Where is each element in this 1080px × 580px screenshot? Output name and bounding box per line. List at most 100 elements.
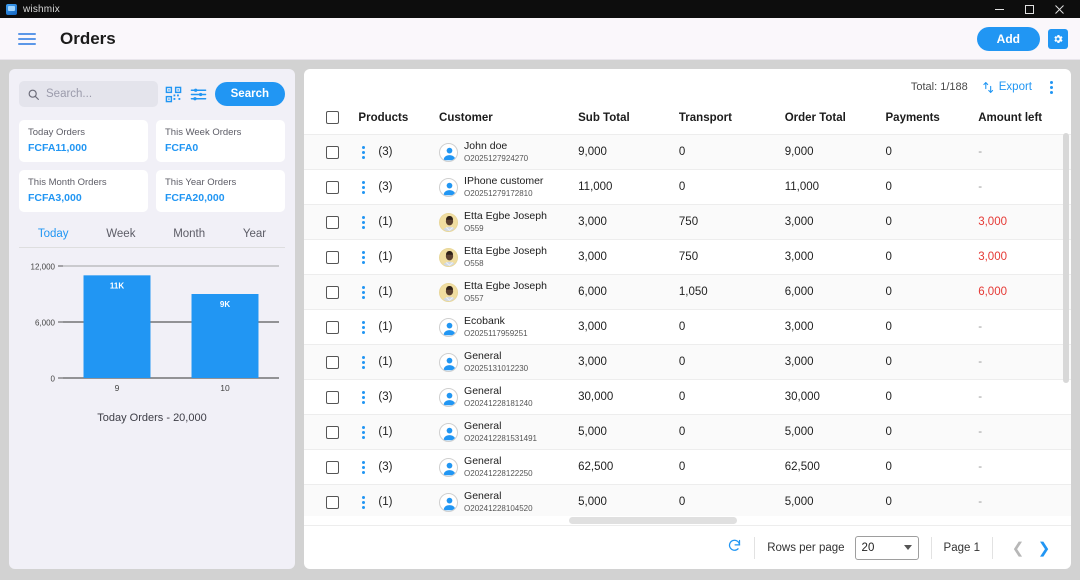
row-checkbox[interactable] [326, 145, 339, 159]
add-button[interactable]: Add [976, 26, 1040, 51]
table-row[interactable]: (3) John doe O2025127924270 9,000 0 9,000 0- [304, 134, 1071, 170]
table-more-menu-icon[interactable] [1046, 78, 1057, 97]
search-box[interactable] [19, 81, 158, 107]
row-menu-icon[interactable] [358, 353, 369, 372]
stat-card-year-orders[interactable]: This Year Orders FCFA20,000 [156, 170, 285, 212]
amount-left-cell: 3,000 [978, 239, 1071, 275]
row-checkbox[interactable] [326, 320, 339, 334]
minimize-button[interactable] [984, 0, 1014, 18]
sub-total-cell: 5,000 [578, 484, 679, 516]
table-row[interactable]: (1) General O202412281531491 5,000 0 5,000 0- [304, 414, 1071, 450]
maximize-button[interactable] [1014, 0, 1044, 18]
payments-cell: 0 [885, 414, 979, 450]
customer-name: Etta Egbe Joseph [464, 279, 547, 292]
column-header-payments[interactable]: Payments [885, 105, 979, 135]
row-checkbox[interactable] [326, 390, 339, 404]
select-all-checkbox[interactable] [326, 111, 339, 124]
row-checkbox[interactable] [326, 250, 339, 264]
customer-cell: John doe O2025127924270 [439, 134, 579, 170]
row-checkbox[interactable] [326, 355, 339, 369]
app-header-actions: Add [976, 26, 1068, 51]
transport-cell: 1,050 [678, 274, 785, 310]
table-row[interactable]: (1) Etta Egbe Joseph O558 3,000 750 3,000 0 3,0… [304, 239, 1071, 275]
customer-name: Ecobank [464, 314, 505, 327]
table-horizontal-scrollbar[interactable] [304, 516, 1071, 525]
footer-divider-1 [754, 536, 756, 559]
close-button[interactable] [1044, 0, 1074, 18]
row-menu-icon[interactable] [358, 213, 369, 232]
stat-card-month-orders[interactable]: This Month Orders FCFA3,000 [19, 170, 148, 212]
row-checkbox[interactable] [326, 460, 339, 474]
column-header-sub-total[interactable]: Sub Total [578, 105, 679, 135]
tab-week[interactable]: Week [106, 228, 135, 240]
row-menu-icon[interactable] [358, 283, 369, 302]
svg-text:10: 10 [220, 383, 230, 393]
row-menu-icon[interactable] [358, 493, 369, 512]
column-header-order-total[interactable]: Order Total [784, 105, 886, 135]
rows-per-page-select[interactable]: 20 [854, 535, 919, 560]
table-row[interactable]: (3) General O20241228122250 62,500 0 62,500 0- [304, 449, 1071, 485]
table-row[interactable]: (1) Ecobank O2025117959251 3,000 0 3,000 0- [304, 309, 1071, 345]
column-header-transport[interactable]: Transport [678, 105, 785, 135]
row-checkbox[interactable] [326, 180, 339, 194]
order-id: O20241228122250 [464, 469, 533, 479]
stat-card-week-orders[interactable]: This Week Orders FCFA0 [156, 120, 285, 162]
refresh-icon[interactable] [727, 538, 742, 557]
row-menu-icon[interactable] [358, 318, 369, 337]
sub-total-cell: 6,000 [578, 274, 679, 310]
export-button[interactable]: Export [982, 81, 1032, 94]
row-menu-icon[interactable] [358, 143, 369, 162]
horizontal-scroll-thumb[interactable] [569, 517, 737, 524]
hamburger-menu-icon[interactable] [18, 28, 40, 50]
table-row[interactable]: (1) General O20241228104520 5,000 0 5,000 0- [304, 484, 1071, 516]
table-vertical-scrollbar[interactable] [1063, 133, 1069, 383]
order-total-cell: 9,000 [784, 134, 886, 170]
amount-left-cell: - [978, 309, 1071, 345]
payments-cell: 0 [885, 484, 979, 516]
qr-scan-icon[interactable] [165, 85, 183, 103]
product-count: (1) [378, 496, 393, 508]
stats-grid: Today Orders FCFA11,000 This Week Orders… [19, 120, 285, 212]
tab-month[interactable]: Month [173, 228, 205, 240]
stat-card-today-orders[interactable]: Today Orders FCFA11,000 [19, 120, 148, 162]
tab-today[interactable]: Today [38, 228, 69, 240]
gear-icon[interactable] [1048, 28, 1068, 49]
column-header-amount-left[interactable]: Amount left [978, 105, 1071, 135]
row-menu-icon[interactable] [358, 458, 369, 477]
column-header-products[interactable]: Products [358, 105, 440, 135]
table-row[interactable]: (1) General O2025131012230 3,000 0 3,000 0- [304, 344, 1071, 380]
amount-left-cell: 6,000 [978, 274, 1071, 310]
stat-label: This Month Orders [28, 177, 107, 188]
payments-cell: 0 [885, 344, 979, 380]
amount-left-cell: - [978, 344, 1071, 380]
table-row[interactable]: (3) IPhone customer O20251279172810 11,000 0… [304, 169, 1071, 205]
payments-cell: 0 [885, 274, 979, 310]
table-row[interactable]: (1) Etta Egbe Joseph O557 6,000 1,050 6,000 0 6… [304, 274, 1071, 310]
filter-sliders-icon[interactable] [190, 85, 208, 103]
row-menu-icon[interactable] [358, 178, 369, 197]
amount-left-cell: - [978, 484, 1071, 516]
row-checkbox[interactable] [326, 285, 339, 299]
order-id: O20241228104520 [464, 504, 533, 514]
payments-cell: 0 [885, 239, 979, 275]
search-button[interactable]: Search [214, 82, 285, 106]
row-checkbox[interactable] [326, 425, 339, 439]
row-menu-icon[interactable] [358, 248, 369, 267]
chevron-right-icon[interactable]: ❯ [1031, 535, 1057, 561]
row-menu-icon[interactable] [358, 423, 369, 442]
row-menu-icon[interactable] [358, 388, 369, 407]
left-sidebar-panel: Search Today Orders FCFA11,000 This Week… [9, 69, 295, 569]
chevron-left-icon[interactable]: ❮ [1005, 535, 1031, 561]
amount-left-cell: - [978, 414, 1071, 450]
search-input[interactable] [46, 88, 150, 100]
table-row[interactable]: (3) General O20241228181240 30,000 0 30,000 0- [304, 379, 1071, 415]
row-checkbox[interactable] [326, 215, 339, 229]
row-select-cell [304, 414, 359, 450]
transport-cell: 0 [678, 449, 785, 485]
column-header-customer[interactable]: Customer [439, 105, 579, 135]
table-row[interactable]: (1) Etta Egbe Joseph O559 3,000 750 3,000 0 3,0… [304, 204, 1071, 240]
product-count: (1) [378, 216, 393, 228]
payments-cell: 0 [885, 134, 979, 170]
tab-year[interactable]: Year [243, 228, 266, 240]
row-checkbox[interactable] [326, 495, 339, 509]
